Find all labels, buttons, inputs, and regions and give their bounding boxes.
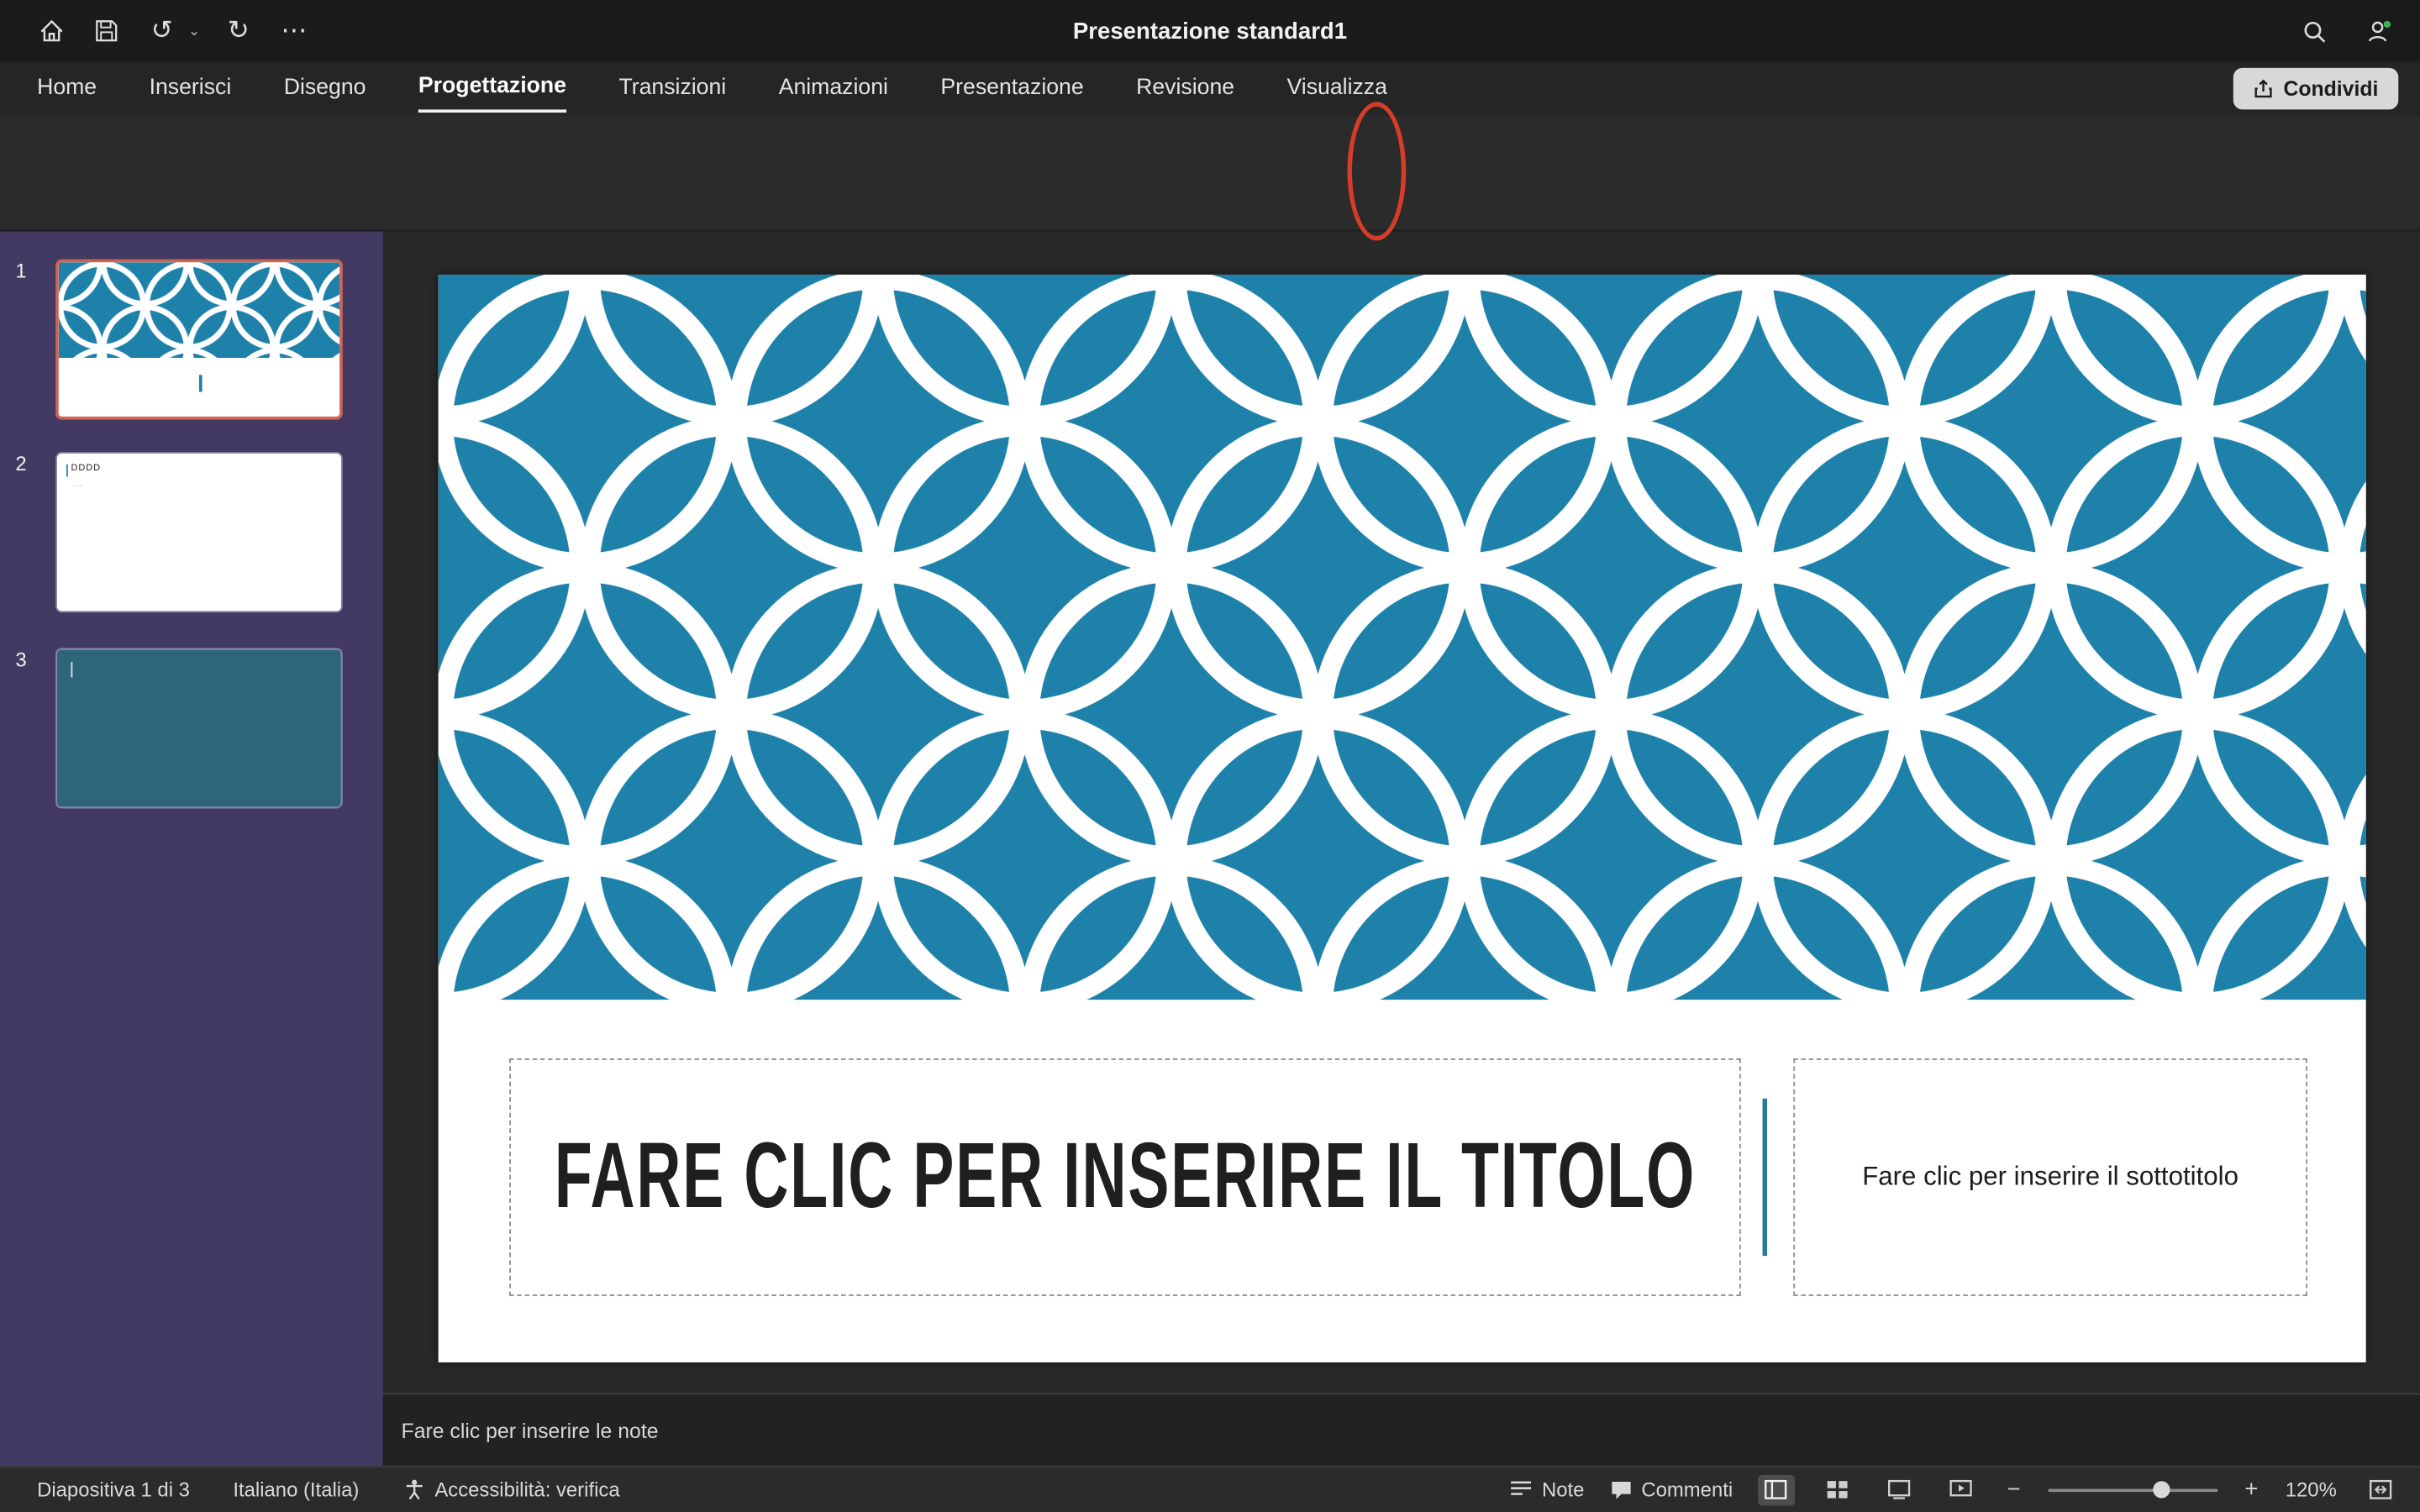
slide-2-accent-bar — [66, 465, 68, 477]
notes-toggle-label: Note — [1542, 1478, 1584, 1502]
slideshow-view-button[interactable] — [1943, 1474, 1980, 1505]
slide-sorter-icon — [1826, 1479, 1849, 1499]
share-button[interactable]: Condividi — [2233, 68, 2398, 110]
search-icon[interactable] — [2296, 14, 2330, 48]
fit-slide-to-window-button[interactable] — [2361, 1474, 2398, 1505]
slide-1-pattern — [59, 262, 343, 358]
share-button-label: Condividi — [2283, 77, 2378, 101]
quick-access-toolbar: ↺ ⌄ ↻ ⋯ — [0, 14, 311, 48]
home-icon[interactable] — [34, 14, 67, 48]
accessibility-status[interactable]: Accessibilità: verifica — [402, 1478, 620, 1502]
slide-3-bg — [57, 649, 341, 806]
normal-view-icon — [1765, 1479, 1788, 1499]
status-bar: Diapositiva 1 di 3 Italiano (Italia) Acc… — [0, 1466, 2420, 1512]
notes-pane[interactable]: Fare clic per inserire le note — [383, 1394, 2420, 1466]
tab-revisione[interactable]: Revisione — [1136, 66, 1234, 111]
tab-presentazione[interactable]: Presentazione — [940, 66, 1083, 111]
notes-toggle[interactable]: Note — [1509, 1478, 1584, 1502]
slide-canvas[interactable]: FARE CLIC PER INSERIRE IL TITOLO Fare cl… — [439, 275, 2366, 1362]
subtitle-placeholder-text: Fare clic per inserire il sottotitolo — [1862, 1162, 2238, 1193]
tab-disegno[interactable]: Disegno — [284, 66, 366, 111]
slide-thumbnail-3[interactable] — [55, 648, 343, 808]
status-bar-right: Note Commenti − + 120% — [1509, 1474, 2398, 1505]
undo-icon[interactable]: ↺ — [145, 14, 179, 48]
slide-number: 1 — [15, 260, 43, 283]
slide-2-preview-title: DDDD — [71, 465, 101, 474]
powerpoint-window: ↺ ⌄ ↻ ⋯ Presentazione standard1 Home Ins… — [0, 0, 2420, 1512]
slide-1-text-cursor — [199, 375, 202, 391]
more-commands-icon[interactable]: ⋯ — [277, 14, 311, 48]
notes-placeholder-text: Fare clic per inserire le note — [402, 1419, 659, 1442]
redo-icon[interactable]: ↻ — [222, 14, 255, 48]
zoom-level-label[interactable]: 120% — [2286, 1478, 2337, 1502]
subtitle-placeholder[interactable]: Fare clic per inserire il sottotitolo — [1793, 1058, 2307, 1296]
comments-toggle[interactable]: Commenti — [1609, 1478, 1733, 1502]
tab-home[interactable]: Home — [37, 66, 97, 111]
slide-thumbnail-2[interactable]: DDDD ...... — [55, 452, 343, 612]
slide-2-preview-body: ...... — [72, 480, 82, 487]
language-indicator[interactable]: Italiano (Italia) — [233, 1478, 359, 1502]
notes-icon — [1509, 1479, 1533, 1499]
zoom-in-button[interactable]: + — [2242, 1477, 2260, 1503]
title-subtitle-divider — [1763, 1099, 1768, 1256]
save-icon[interactable] — [90, 14, 124, 48]
slide-editing-area: FARE CLIC PER INSERIRE IL TITOLO Fare cl… — [383, 232, 2420, 1394]
share-icon — [2253, 79, 2273, 99]
tab-inserisci[interactable]: Inserisci — [150, 66, 232, 111]
status-bar-left: Diapositiva 1 di 3 Italiano (Italia) Acc… — [0, 1478, 620, 1502]
tab-animazioni[interactable]: Animazioni — [779, 66, 888, 111]
slide-number: 3 — [15, 648, 43, 671]
accessibility-icon — [402, 1478, 426, 1502]
accessibility-label: Accessibilità: verifica — [434, 1478, 619, 1502]
slideshow-icon — [1949, 1479, 1973, 1499]
slide-number: 2 — [15, 452, 43, 475]
comments-icon — [1609, 1479, 1633, 1501]
slide-sorter-view-button[interactable] — [1819, 1474, 1856, 1505]
fit-to-window-icon — [2368, 1479, 2391, 1499]
ribbon-tabs: Home Inserisci Disegno Progettazione Tra… — [0, 61, 2420, 115]
title-placeholder-text: FARE CLIC PER INSERIRE IL TITOLO — [555, 1125, 1696, 1229]
normal-view-button[interactable] — [1758, 1474, 1795, 1505]
reading-view-button[interactable] — [1881, 1474, 1918, 1505]
slide-thumbnail-1[interactable] — [55, 260, 343, 420]
design-ribbon: ‹ Aa Aa — [0, 116, 2420, 232]
reading-view-icon — [1888, 1479, 1912, 1499]
undo-dropdown-chevron-icon[interactable]: ⌄ — [188, 23, 200, 39]
slide-thumbnail-panel: 1 2 DDDD — [0, 232, 383, 1466]
document-title: Presentazione standard1 — [0, 18, 2420, 44]
titlebar: ↺ ⌄ ↻ ⋯ Presentazione standard1 — [0, 0, 2420, 61]
slide-counter: Diapositiva 1 di 3 — [37, 1478, 190, 1502]
account-presence-icon[interactable] — [2361, 14, 2395, 48]
slide-pattern-graphic — [439, 275, 2366, 1000]
titlebar-right — [2296, 0, 2396, 61]
slide-3-text-cursor — [71, 662, 72, 677]
tab-progettazione[interactable]: Progettazione — [418, 65, 566, 113]
annotation-ellipse — [1347, 102, 1406, 240]
zoom-slider[interactable] — [2048, 1488, 2217, 1492]
comments-toggle-label: Commenti — [1641, 1478, 1733, 1502]
title-placeholder[interactable]: FARE CLIC PER INSERIRE IL TITOLO — [509, 1058, 1741, 1296]
zoom-out-button[interactable]: − — [2004, 1477, 2023, 1503]
zoom-slider-knob[interactable] — [2153, 1480, 2170, 1497]
tab-transizioni[interactable]: Transizioni — [618, 66, 726, 111]
